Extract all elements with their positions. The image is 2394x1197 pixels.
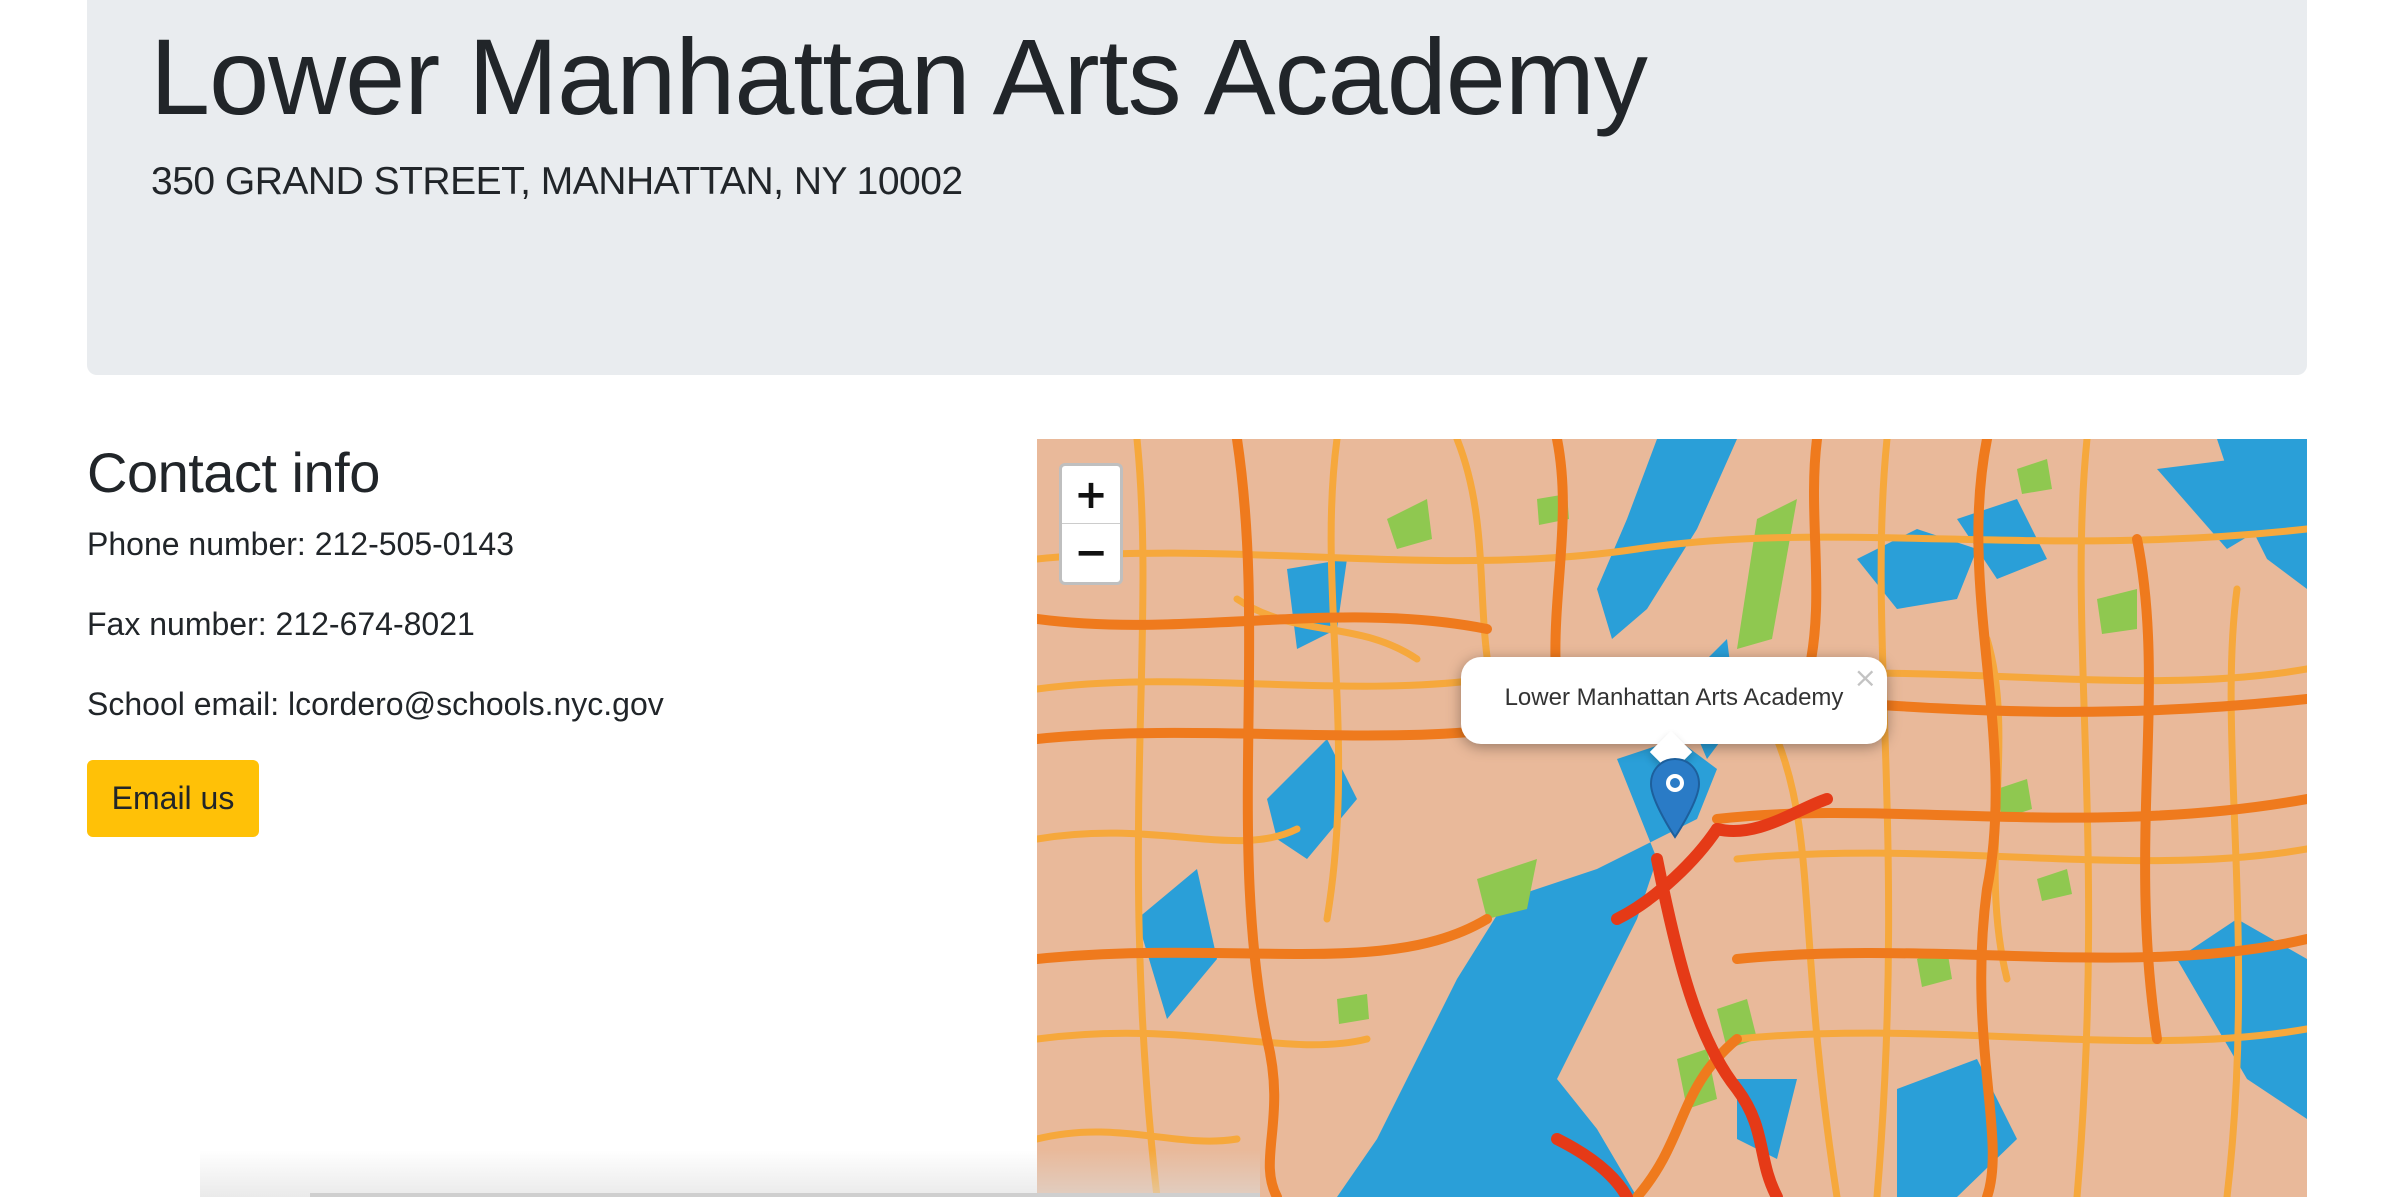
zoom-out-button[interactable]: − [1062, 524, 1120, 582]
map-popup: Lower Manhattan Arts Academy × [1461, 657, 1887, 774]
popup-text: Lower Manhattan Arts Academy [1504, 684, 1844, 711]
phone-number: Phone number: 212-505-0143 [87, 526, 514, 562]
email-us-button[interactable]: Email us [87, 760, 259, 837]
contact-heading: Contact info [87, 441, 380, 504]
popup-close-icon[interactable]: × [1854, 661, 1877, 694]
zoom-in-button[interactable]: + [1062, 466, 1120, 524]
school-address: 350 GRAND STREET, MANHATTAN, NY 10002 [151, 160, 963, 203]
map[interactable]: + − Lower Manhattan Arts Academy × [1037, 439, 2307, 1197]
zoom-control: + − [1059, 463, 1123, 585]
bottom-overlay-bar [310, 1193, 1260, 1197]
page-title: Lower Manhattan Arts Academy [150, 16, 1648, 137]
fax-number: Fax number: 212-674-8021 [87, 606, 475, 642]
map-marker-icon[interactable] [1649, 757, 1701, 839]
school-email: School email: lcordero@schools.nyc.gov [87, 686, 664, 722]
bottom-overlay-shadow [200, 1150, 1260, 1197]
